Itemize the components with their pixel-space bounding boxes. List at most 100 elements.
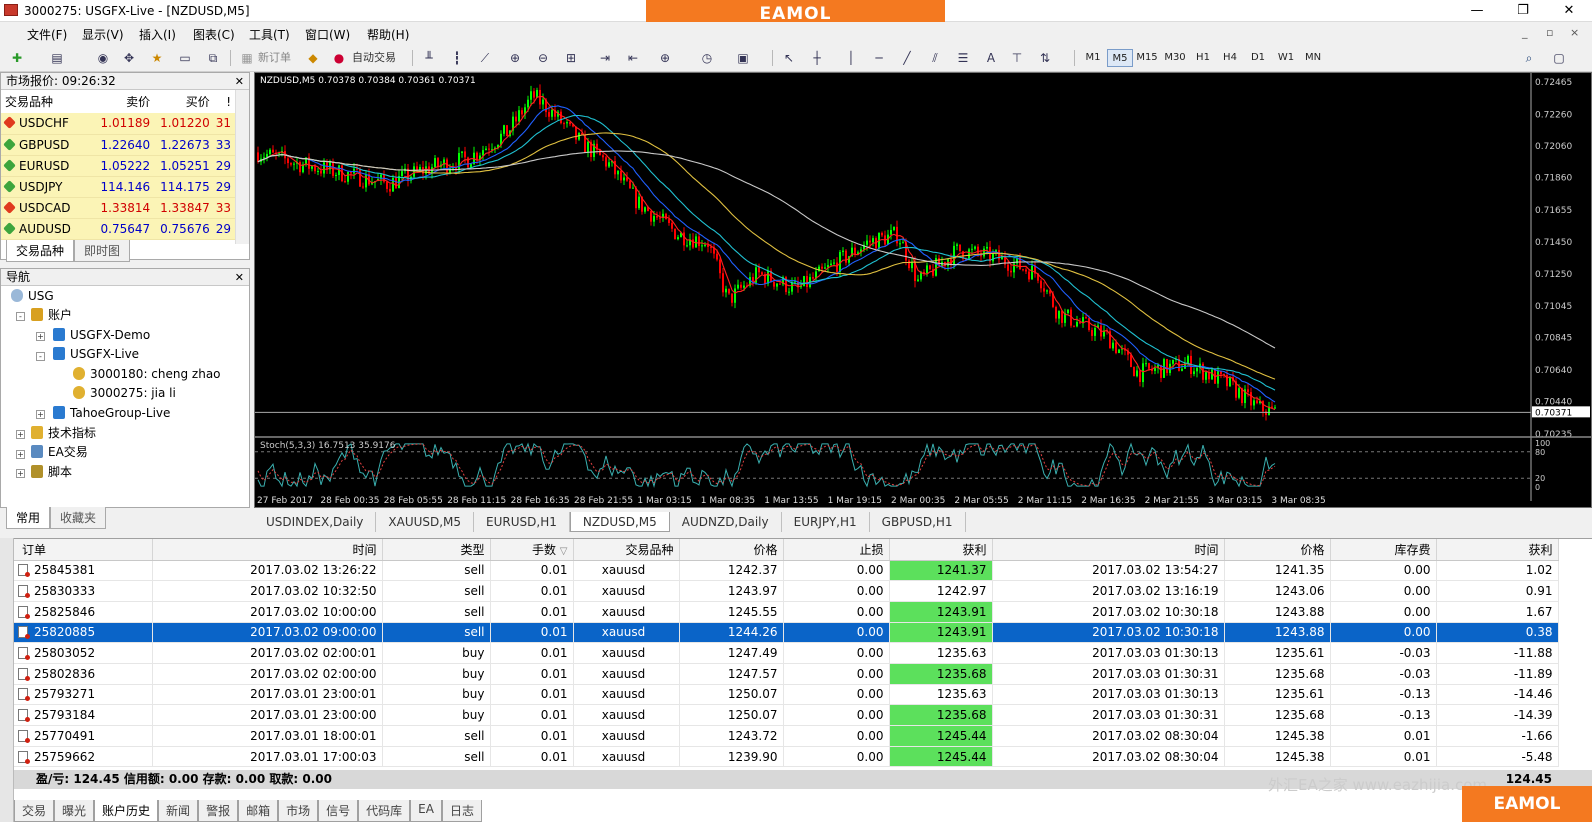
mdi-minimize-button[interactable]: _ — [1522, 26, 1528, 39]
timeframe-h1[interactable]: H1 — [1190, 49, 1216, 67]
terminal-tab[interactable]: 警报 — [198, 800, 239, 822]
table-row[interactable]: 25845381 2017.03.02 13:26:22 sell 0.01 xauus… — [14, 560, 1559, 582]
tree-scripts[interactable]: 脚本 — [31, 463, 72, 482]
fibonacci-icon[interactable]: ☰ — [954, 49, 972, 67]
table-row[interactable]: 25830333 2017.03.02 10:32:50 sell 0.01 xauus… — [14, 580, 1559, 602]
text-tool[interactable]: A — [982, 49, 1000, 67]
templates-icon[interactable]: ▣ — [734, 49, 752, 67]
table-row[interactable]: 25793271 2017.03.01 23:00:01 buy 0.01 xauusd… — [14, 684, 1559, 706]
menu-file[interactable]: 文件(F) — [27, 26, 67, 43]
new-order-icon[interactable]: ▦ — [238, 49, 256, 67]
terminal-tab[interactable]: 代码库 — [358, 800, 411, 822]
terminal-tab[interactable]: EA — [410, 800, 442, 822]
crosshair-icon[interactable]: ┼ — [808, 49, 826, 67]
table-row[interactable]: 25803052 2017.03.02 02:00:01 buy 0.01 xauusd… — [14, 642, 1559, 664]
expand-icon[interactable]: + — [16, 469, 25, 478]
zoom-out-icon[interactable]: ⊖ — [534, 49, 552, 67]
menu-window[interactable]: 窗口(W) — [305, 26, 350, 43]
column-header[interactable]: 时间 — [152, 539, 383, 561]
symbol-cell[interactable]: USDCAD — [1, 197, 95, 219]
navigator-icon[interactable]: ★ — [148, 49, 166, 67]
periods-icon[interactable]: ◷ — [698, 49, 716, 67]
tree-accounts[interactable]: 账户 — [31, 306, 72, 325]
close-button[interactable]: ✕ — [1546, 0, 1592, 22]
market-watch-icon[interactable]: ◉ — [94, 49, 112, 67]
terminal-tab[interactable]: 邮箱 — [238, 800, 279, 822]
auto-trading-button[interactable]: 自动交易 — [352, 48, 396, 68]
chart-shift-icon[interactable]: ⇤ — [624, 49, 642, 67]
tree-usg[interactable]: USG — [11, 287, 54, 306]
line-chart-icon[interactable]: ⟋ — [476, 49, 494, 67]
terminal-tab[interactable]: 日志 — [441, 800, 482, 822]
auto-trading-icon[interactable]: ● — [330, 49, 348, 67]
terminal-tab[interactable]: 曝光 — [54, 800, 95, 822]
table-row[interactable]: 25825846 2017.03.02 10:00:00 sell 0.01 xauus… — [14, 601, 1559, 623]
market-watch-row[interactable]: AUDUSD 0.75647 0.75676 29 — [1, 218, 235, 240]
menu-help[interactable]: 帮助(H) — [367, 26, 409, 43]
tab-favorites[interactable]: 收藏夹 — [50, 507, 107, 529]
chart-tab[interactable]: GBPUSD,H1 — [869, 512, 966, 532]
new-chart-icon[interactable]: ✚ — [8, 49, 26, 67]
tile-windows-icon[interactable]: ⊞ — [562, 49, 580, 67]
close-icon[interactable]: ✕ — [235, 269, 244, 286]
symbol-cell[interactable]: USDCHF — [1, 113, 95, 135]
chart-window[interactable]: 0.72465 0.72260 0.72060 0.71860 0.71655 0.714… — [254, 72, 1592, 508]
tree-server-demo[interactable]: USGFX-Demo — [53, 326, 150, 345]
tree-account-2[interactable]: 3000275: jia li — [73, 384, 176, 403]
new-order-button[interactable]: 新订单 — [258, 48, 291, 68]
tree-server-tahoe[interactable]: TahoeGroup-Live — [53, 404, 170, 423]
label-icon[interactable]: ⊤ — [1008, 49, 1026, 67]
terminal-tab[interactable]: 新闻 — [158, 800, 199, 822]
market-watch-scrollbar[interactable] — [235, 90, 249, 244]
column-header[interactable]: 获利 — [889, 539, 993, 561]
minimize-button[interactable]: — — [1454, 0, 1500, 22]
column-header[interactable]: 类型 — [382, 539, 491, 561]
restore-button[interactable]: ❐ — [1500, 0, 1546, 22]
close-icon[interactable]: ✕ — [235, 73, 244, 90]
horizontal-line-icon[interactable]: ─ — [870, 49, 888, 67]
cursor-icon[interactable]: ↖ — [780, 49, 798, 67]
expand-icon[interactable]: + — [16, 450, 25, 459]
channel-icon[interactable]: ⫽ — [926, 49, 944, 67]
terminal-tab[interactable]: 账户历史 — [94, 800, 159, 822]
column-header[interactable]: 价格 — [679, 539, 784, 561]
terminal-icon[interactable]: ▭ — [176, 49, 194, 67]
table-row[interactable]: 25793184 2017.03.01 23:00:00 buy 0.01 xauusd… — [14, 704, 1559, 726]
menu-view[interactable]: 显示(V) — [82, 26, 124, 43]
symbol-cell[interactable]: EURUSD — [1, 155, 95, 177]
search-icon[interactable]: ⌕ — [1520, 49, 1538, 67]
tree-server-live[interactable]: USGFX-Live — [53, 345, 139, 364]
timeframe-m30[interactable]: M30 — [1162, 49, 1188, 67]
mdi-restore-button[interactable]: ▫ — [1546, 26, 1553, 39]
bar-chart-icon[interactable]: ╨ — [420, 49, 438, 67]
tree-account-1[interactable]: 3000180: cheng zhao — [73, 365, 221, 384]
column-header[interactable]: 库存费 — [1330, 539, 1437, 561]
chart-tab[interactable]: XAUUSD,M5 — [376, 512, 475, 532]
terminal-tab[interactable]: 市场 — [278, 800, 319, 822]
expand-icon[interactable]: + — [36, 410, 45, 419]
timeframe-m5[interactable]: M5 — [1107, 49, 1133, 67]
expand-icon[interactable]: + — [36, 332, 45, 341]
symbol-cell[interactable]: AUDUSD — [1, 218, 95, 240]
timeframe-w1[interactable]: W1 — [1273, 49, 1299, 67]
expand-icon[interactable]: + — [16, 430, 25, 439]
terminal-tab[interactable]: 信号 — [318, 800, 359, 822]
menu-insert[interactable]: 插入(I) — [139, 26, 176, 43]
table-row[interactable]: 25802836 2017.03.02 02:00:00 buy 0.01 xauusd… — [14, 663, 1559, 685]
column-header[interactable]: 手数 ▽ — [490, 539, 574, 561]
timeframe-m15[interactable]: M15 — [1134, 49, 1160, 67]
tree-indicators[interactable]: 技术指标 — [31, 424, 96, 443]
tab-common[interactable]: 常用 — [6, 507, 51, 529]
arrows-icon[interactable]: ⇅ — [1036, 49, 1054, 67]
chat-icon[interactable]: ▢ — [1550, 49, 1568, 67]
chart-tab[interactable]: EURJPY,H1 — [781, 512, 870, 532]
col-symbol[interactable]: 交易品种 — [1, 90, 95, 113]
symbol-cell[interactable]: USDJPY — [1, 176, 95, 198]
table-row[interactable]: 25759662 2017.03.01 17:00:03 sell 0.01 xauus… — [14, 746, 1559, 768]
menu-tools[interactable]: 工具(T) — [249, 26, 290, 43]
collapse-icon[interactable]: - — [36, 352, 45, 361]
col-ask[interactable]: 买价 — [154, 90, 214, 113]
collapse-icon[interactable]: - — [16, 312, 25, 321]
tester-icon[interactable]: ⧉ — [204, 49, 222, 67]
profiles-icon[interactable]: ▤ — [48, 49, 66, 67]
